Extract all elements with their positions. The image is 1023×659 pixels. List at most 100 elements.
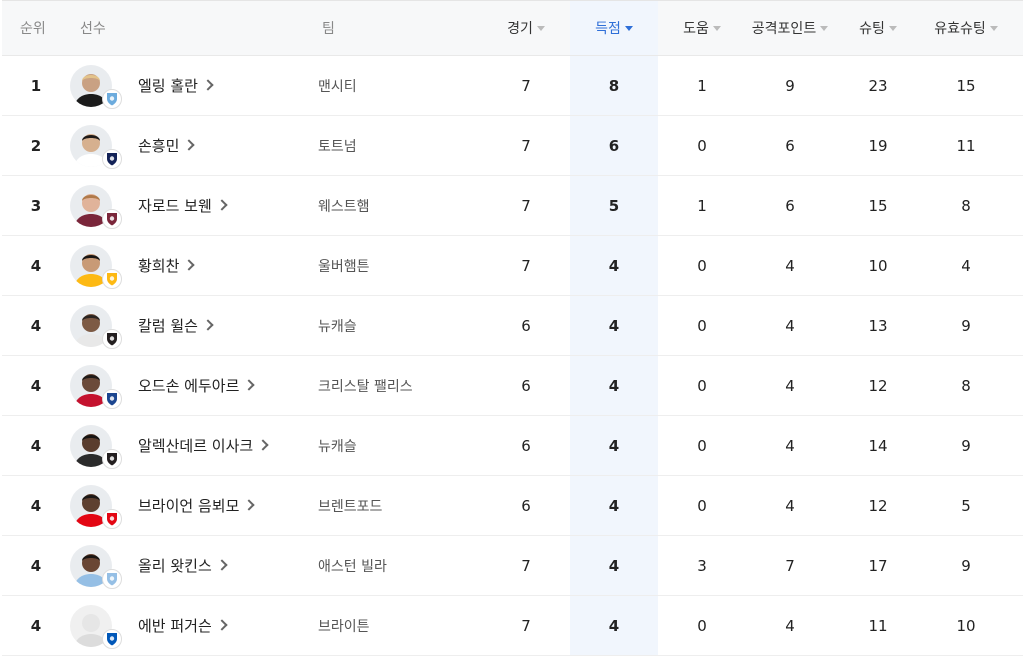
team-name: 맨시티 [318, 78, 357, 95]
chevron-right-icon [243, 378, 256, 391]
player-link[interactable]: 엘링 홀란 [66, 56, 316, 115]
player-name: 에반 퍼거슨 [138, 617, 212, 635]
goals-cell: 4 [570, 416, 658, 475]
points-cell: 6 [785, 196, 795, 215]
newcastle-crest-icon [102, 328, 122, 349]
player-name: 손흥민 [138, 137, 180, 155]
chevron-right-icon [183, 258, 196, 271]
rank-cell: 4 [30, 256, 42, 275]
assists-cell: 0 [697, 496, 707, 515]
table-row: 4 브라이언 음뵈모 브렌트포드 6 4 0 4 12 5 [2, 476, 1023, 536]
header-player: 선수 [80, 21, 106, 37]
chevron-right-icon [183, 138, 196, 151]
avatar [70, 423, 122, 469]
goals-cell: 4 [570, 236, 658, 295]
player-name: 브라이언 음뵈모 [138, 497, 240, 515]
player-link[interactable]: 오드손 에두아르 [66, 356, 316, 415]
rank-cell: 3 [30, 196, 42, 215]
shots-cell: 14 [868, 436, 888, 455]
table-row: 4 칼럼 윌슨 뉴캐슬 6 4 0 4 13 9 [2, 296, 1023, 356]
chevron-right-icon [202, 78, 214, 91]
sort-games-button[interactable]: 경기 [482, 1, 570, 55]
points-cell: 4 [785, 316, 795, 335]
sort-shots-on-target-button[interactable]: 유효슈팅 [922, 1, 1010, 55]
goals-cell: 6 [570, 116, 658, 175]
games-cell: 6 [521, 376, 531, 395]
games-cell: 6 [521, 436, 531, 455]
west-ham-crest-icon [102, 208, 122, 229]
points-cell: 4 [785, 436, 795, 455]
avatar [70, 63, 122, 109]
shots-cell: 19 [868, 136, 888, 155]
points-cell: 4 [785, 616, 795, 635]
sort-caret-icon [989, 25, 998, 31]
goals-cell: 4 [570, 596, 658, 655]
shots-on-target-cell: 8 [961, 376, 971, 395]
brentford-crest-icon [102, 508, 122, 529]
goals-cell: 8 [570, 56, 658, 115]
player-link[interactable]: 자로드 보웬 [66, 176, 316, 235]
sort-assists-button[interactable]: 도움 [658, 1, 746, 55]
sort-goals-button[interactable]: 득점 [570, 1, 658, 55]
player-link[interactable]: 황희찬 [66, 236, 316, 295]
shots-cell: 17 [868, 556, 888, 575]
points-cell: 9 [785, 76, 795, 95]
sort-caret-icon [536, 25, 545, 31]
player-link[interactable]: 칼럼 윌슨 [66, 296, 316, 355]
games-cell: 6 [521, 316, 531, 335]
table-row: 4 황희찬 울버햄튼 7 4 0 4 10 4 [2, 236, 1023, 296]
shots-cell: 11 [868, 616, 888, 635]
rank-cell: 4 [30, 376, 42, 395]
shots-on-target-cell: 9 [961, 436, 971, 455]
rank-cell: 4 [30, 436, 42, 455]
sort-shots-button[interactable]: 슈팅 [834, 1, 922, 55]
newcastle-crest-icon [102, 448, 122, 469]
scorers-table: 순위 선수 팀 경기 득점 도움 공격포인트 슈팅 유효슈팅 1 엘링 홀란 맨… [2, 0, 1023, 658]
points-cell: 4 [785, 256, 795, 275]
sort-caret-icon [624, 25, 633, 31]
chevron-right-icon [202, 318, 214, 331]
team-name: 울버햄튼 [318, 258, 370, 275]
shots-cell: 23 [868, 76, 888, 95]
shots-on-target-cell: 10 [956, 616, 976, 635]
points-cell: 4 [785, 376, 795, 395]
sort-caret-icon [712, 25, 721, 31]
player-link[interactable]: 올리 왓킨스 [66, 536, 316, 595]
games-cell: 7 [521, 196, 531, 215]
goals-cell: 4 [570, 476, 658, 535]
team-name: 브렌트포드 [318, 498, 383, 515]
rank-cell: 4 [30, 316, 42, 335]
player-link[interactable]: 브라이언 음뵈모 [66, 476, 316, 535]
table-row: 3 자로드 보웬 웨스트햄 7 5 1 6 15 8 [2, 176, 1023, 236]
player-name: 엘링 홀란 [138, 77, 198, 95]
sort-points-button[interactable]: 공격포인트 [746, 1, 834, 55]
team-name: 웨스트햄 [318, 198, 370, 215]
shots-on-target-cell: 5 [961, 496, 971, 515]
player-link[interactable]: 에반 퍼거슨 [66, 596, 316, 655]
team-name: 뉴캐슬 [318, 438, 357, 455]
player-name: 올리 왓킨스 [138, 557, 212, 575]
table-row: 1 엘링 홀란 맨시티 7 8 1 9 23 15 [2, 56, 1023, 116]
shots-cell: 12 [868, 376, 888, 395]
team-name: 크리스탈 팰리스 [318, 378, 413, 395]
brighton-crest-icon [102, 628, 122, 649]
assists-cell: 0 [697, 616, 707, 635]
rank-cell: 2 [30, 136, 42, 155]
shots-cell: 12 [868, 496, 888, 515]
shots-on-target-cell: 4 [961, 256, 971, 275]
table-header: 순위 선수 팀 경기 득점 도움 공격포인트 슈팅 유효슈팅 [2, 1, 1023, 56]
avatar [70, 243, 122, 289]
chevron-right-icon [257, 438, 269, 451]
player-link[interactable]: 알렉산데르 이사크 [66, 416, 316, 475]
player-name: 자로드 보웬 [138, 197, 212, 215]
team-name: 뉴캐슬 [318, 318, 357, 335]
assists-cell: 0 [697, 316, 707, 335]
player-name: 알렉산데르 이사크 [138, 437, 254, 455]
avatar [70, 303, 122, 349]
assists-cell: 1 [697, 196, 707, 215]
games-cell: 7 [521, 616, 531, 635]
chevron-right-icon [216, 618, 228, 631]
assists-cell: 3 [697, 556, 707, 575]
player-link[interactable]: 손흥민 [66, 116, 316, 175]
shots-on-target-cell: 9 [961, 556, 971, 575]
